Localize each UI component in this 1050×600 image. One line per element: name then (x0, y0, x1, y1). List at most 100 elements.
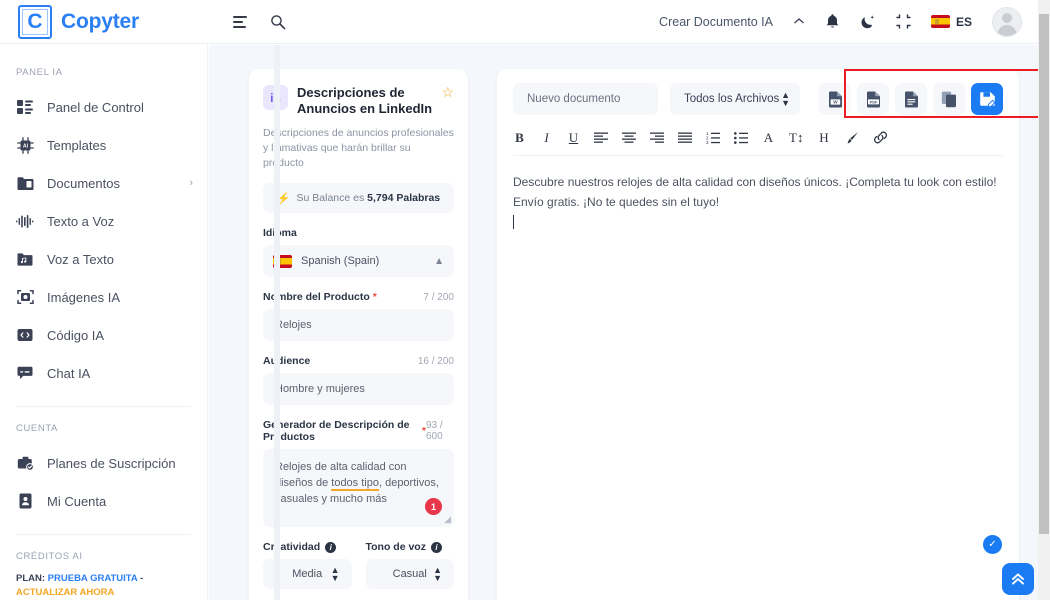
italic-button[interactable]: I (540, 129, 553, 146)
plan-prefix: PLAN: (16, 573, 46, 584)
sidebar-item-label: Código IA (47, 327, 105, 343)
sidebar-item-label: Mi Cuenta (47, 493, 107, 509)
spain-flag-icon (930, 15, 950, 28)
logo-letter: C (27, 10, 43, 33)
dashboard-grid-icon (16, 98, 34, 116)
creativity-value: Media (292, 568, 323, 580)
brush-button[interactable] (844, 129, 859, 146)
search-icon[interactable] (270, 14, 286, 30)
audience-input[interactable] (263, 373, 454, 405)
sidebar-item-chat-ia[interactable]: Chat IA (0, 354, 207, 392)
language-switcher[interactable]: ES (930, 15, 972, 29)
briefcase-check-icon (16, 454, 34, 472)
sidebar-item-codigo-ia[interactable]: Código IA (0, 316, 207, 354)
sidebar-item-panel-de-control[interactable]: Panel de Control (0, 88, 207, 126)
sidebar-item-imagenes-ia[interactable]: Imágenes IA (0, 278, 207, 316)
font-color-button[interactable]: A (762, 129, 775, 146)
ordered-list-button[interactable]: 123 (706, 129, 720, 146)
save-document-button[interactable] (971, 83, 1003, 115)
editor-top-bar: Todos los Archivos ▲▼ W (513, 83, 1003, 115)
sidebar-item-texto-a-voz[interactable]: Texto a Voz (0, 202, 207, 240)
sidebar-item-label: Voz a Texto (47, 251, 114, 267)
avatar[interactable] (992, 6, 1022, 37)
folder-document-icon (16, 174, 34, 192)
align-center-button[interactable] (622, 129, 636, 146)
bold-button[interactable]: B (513, 129, 526, 146)
link-button[interactable] (873, 129, 888, 146)
resize-grip-icon[interactable]: ◢ (444, 514, 451, 525)
language-select-value: Spanish (Spain) (301, 255, 380, 267)
audience-label-text: Audience (263, 355, 311, 367)
hamburger-icon[interactable] (232, 15, 248, 29)
sidebar-item-label: Templates (47, 137, 107, 153)
plan-name[interactable]: PRUEBA GRATUITA (48, 573, 138, 584)
formatting-toolbar: B I U 123 A T↕ H (513, 129, 1003, 156)
template-form-card: in Descripciones de Anuncios en LinkedIn… (249, 69, 468, 600)
sidebar-item-voz-a-texto[interactable]: Voz a Texto (0, 240, 207, 278)
description-textarea[interactable]: Relojes de alta calidad con diseños de t… (263, 449, 454, 527)
export-text-button[interactable] (895, 83, 927, 115)
chevron-up-icon: ▲ (434, 255, 444, 267)
header-actions: Crear Documento IA ES (659, 6, 1038, 37)
balance-value: 5,794 Palabras (367, 192, 441, 204)
star-outline-icon[interactable]: ☆ (441, 85, 454, 99)
balance-text: Su Balance es 5,794 Palabras (297, 192, 441, 204)
form-title: Descripciones de Anuncios en LinkedIn (297, 85, 433, 116)
word-file-icon: W (828, 91, 842, 107)
save-disk-icon (979, 91, 996, 107)
export-pdf-button[interactable]: PDF (857, 83, 889, 115)
tone-select[interactable]: Casual ▲ ▼ (365, 559, 454, 589)
files-filter-select[interactable]: Todos los Archivos ▲ ▼ (670, 83, 800, 115)
document-content[interactable]: Descubre nuestros relojes de alta calida… (513, 172, 1003, 229)
align-left-button[interactable] (594, 129, 608, 146)
copy-button[interactable] (933, 83, 965, 115)
chevron-up-icon[interactable] (793, 17, 805, 26)
sidebar-item-label: Panel de Control (47, 99, 144, 115)
align-right-button[interactable] (650, 129, 664, 146)
compress-icon[interactable] (896, 14, 911, 29)
align-justify-button[interactable] (678, 129, 692, 146)
tone-label-text: Tono de voz (365, 541, 426, 553)
language-select-wrap: Spanish (Spain) ▲ (263, 245, 454, 277)
svg-text:3: 3 (706, 140, 709, 144)
grammar-check-fab[interactable]: ✓ (983, 535, 1002, 554)
description-label-text: Generador de Descripción de Productos (263, 419, 410, 443)
sidebar-section-credits: CRÉDITOS AI (16, 551, 83, 562)
create-document-link[interactable]: Crear Documento IA (659, 15, 773, 29)
moon-icon[interactable] (860, 14, 876, 30)
sidebar: PANEL IA Panel de Control AI Templates D… (0, 45, 208, 600)
heading-button[interactable]: H (817, 129, 830, 146)
creativity-label-text: Creatividad (263, 541, 321, 553)
language-select[interactable]: Spanish (Spain) ▲ (263, 245, 454, 277)
sidebar-item-templates[interactable]: AI Templates (0, 126, 207, 164)
document-name-input[interactable] (513, 83, 658, 115)
sidebar-item-mi-cuenta[interactable]: Mi Cuenta (0, 482, 207, 520)
page-scrollbar[interactable] (1038, 0, 1050, 600)
brand-logo[interactable]: C Copyter (0, 4, 208, 39)
font-size-button[interactable]: T↕ (789, 129, 803, 146)
underline-button[interactable]: U (567, 129, 580, 146)
waveform-icon (16, 212, 34, 230)
export-word-button[interactable]: W (819, 83, 851, 115)
top-header: C Copyter Crear Documento IA ES (0, 0, 1038, 44)
audience-counter: 16 / 200 (417, 355, 454, 367)
unordered-list-button[interactable] (734, 129, 748, 146)
sidebar-item-planes-de-suscripcion[interactable]: Planes de Suscripción (0, 444, 207, 482)
column-divider (274, 45, 280, 600)
info-icon[interactable]: i (430, 541, 442, 553)
product-name-counter: 7 / 200 (423, 291, 454, 303)
scroll-to-top-button[interactable] (1002, 563, 1034, 595)
bell-icon[interactable] (825, 13, 840, 30)
description-counter: 93 / 600 (426, 420, 443, 442)
plan-upgrade-link[interactable]: ACTUALIZAR AHORA (16, 587, 114, 598)
tone-label: Tono de voz i (366, 541, 455, 553)
info-icon[interactable]: i (325, 541, 337, 553)
export-button-group: W PDF (819, 83, 1003, 115)
sidebar-item-documentos[interactable]: Documentos › (0, 164, 207, 202)
svg-text:PDF: PDF (869, 99, 877, 104)
page-scrollbar-thumb[interactable] (1039, 14, 1049, 534)
grammar-error-badge[interactable]: 1 (425, 498, 442, 515)
product-name-input[interactable] (263, 309, 454, 341)
grammar-error-text[interactable]: todos tipo (331, 477, 379, 491)
form-subtitle: Descripciones de anuncios profesionales … (263, 127, 454, 169)
